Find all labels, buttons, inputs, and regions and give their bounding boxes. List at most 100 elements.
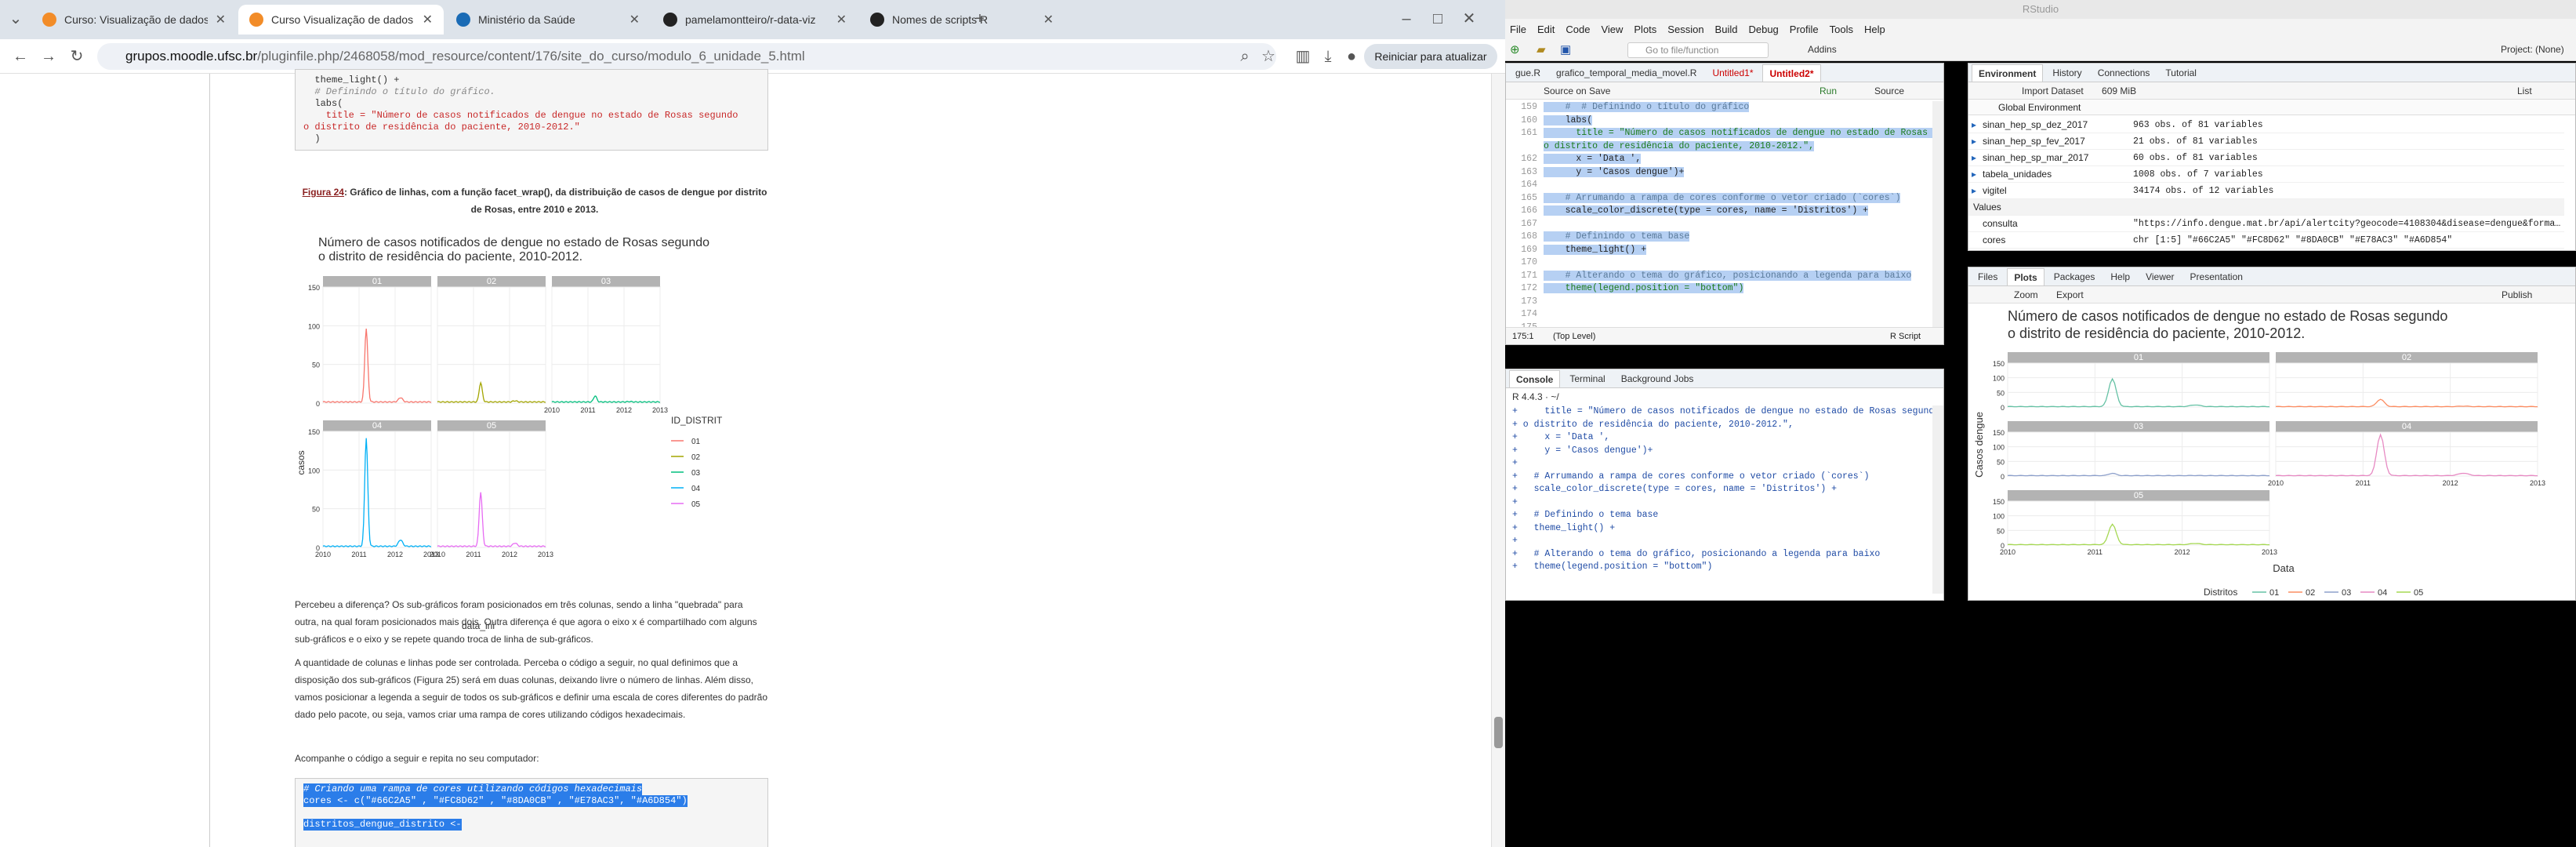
tab-history[interactable]: History [2046, 64, 2088, 82]
close-icon[interactable]: ✕ [836, 12, 847, 27]
close-window-icon[interactable]: ✕ [1458, 8, 1480, 30]
filetype-selector[interactable]: R Script [1890, 328, 1921, 344]
tab-plots[interactable]: Plots [2007, 267, 2044, 285]
console-output[interactable]: + title = "Número de casos notificados d… [1506, 405, 1932, 594]
browser-tab[interactable]: pamelamontteiro/r-data-viz ✕ [652, 5, 858, 35]
menu-profile[interactable]: Profile [1790, 24, 1819, 35]
menu-file[interactable]: File [1510, 24, 1526, 35]
bookmark-star-icon[interactable]: ☆ [1257, 45, 1279, 67]
code-line[interactable]: 171 # Alterando o tema do gráfico, posic… [1506, 270, 1932, 283]
menu-debug[interactable]: Debug [1748, 24, 1778, 35]
code-line[interactable]: 161 title = "Número de casos notificados… [1506, 127, 1932, 140]
addins-menu[interactable]: Addins [1808, 44, 1837, 55]
tab-presentation[interactable]: Presentation [2184, 268, 2249, 285]
code-line[interactable]: 166 scale_color_discrete(type = cores, n… [1506, 205, 1932, 218]
code-line[interactable]: 168 # Definindo o tema base [1506, 231, 1932, 244]
browser-tab[interactable]: Curso: Visualização de dados ✕ [31, 5, 237, 35]
code-line[interactable]: 162 x = 'Data ', [1506, 153, 1932, 166]
menu-build[interactable]: Build [1715, 24, 1738, 35]
tab-viewer[interactable]: Viewer [2139, 268, 2180, 285]
close-icon[interactable]: ✕ [216, 12, 226, 27]
page-scrollbar[interactable] [1491, 74, 1505, 847]
publish-button[interactable]: Publish [2502, 286, 2532, 304]
code-line[interactable]: 170 [1506, 256, 1932, 270]
env-row[interactable]: ▸ sinan_hep_sp_mar_2017 60 obs. of 81 vari… [1968, 150, 2564, 166]
tab-search-icon[interactable]: ⌄ [5, 8, 27, 30]
editor-tab[interactable]: gue.R [1509, 64, 1547, 82]
scope-selector[interactable]: (Top Level) [1553, 328, 1595, 344]
menu-tools[interactable]: Tools [1830, 24, 1853, 35]
menu-session[interactable]: Session [1667, 24, 1703, 35]
tab-terminal[interactable]: Terminal [1563, 370, 1611, 387]
code-line[interactable]: 163 y = 'Casos dengue')+ [1506, 166, 1932, 180]
scrollbar-thumb[interactable] [1494, 717, 1503, 748]
browser-tab[interactable]: Ministério da Saúde ✕ [445, 5, 651, 35]
update-button[interactable]: Reiniciar para atualizar [1364, 44, 1497, 69]
project-menu[interactable]: Project: (None) [2501, 44, 2564, 55]
code-line[interactable]: o distrito de residência do paciente, 20… [1506, 140, 1932, 154]
browser-tab-active[interactable]: Curso Visualização de dados ✕ [238, 5, 444, 35]
list-view-selector[interactable]: List [2517, 82, 2532, 100]
code-line[interactable]: 169 theme_light() + [1506, 244, 1932, 257]
env-scope-selector[interactable]: Global Environment [1998, 102, 2081, 113]
maximize-icon[interactable]: □ [1427, 8, 1449, 30]
profile-avatar[interactable]: ● [1341, 45, 1362, 67]
code-line[interactable]: 164 [1506, 179, 1932, 192]
tab-files[interactable]: Files [1972, 268, 2004, 285]
back-icon[interactable]: ← [9, 45, 31, 67]
editor-tab-active[interactable]: Untitled2* [1762, 64, 1821, 82]
env-row[interactable]: ▸ sinan_hep_sp_dez_2017 963 obs. of 81 var… [1968, 117, 2564, 133]
value-row[interactable]: cores chr [1:5] "#66C2A5" "#FC8D62" "#8DA… [1968, 232, 2564, 249]
expand-icon[interactable]: ▸ [1972, 150, 1976, 166]
code-line[interactable]: 165 # Arrumando a rampa de cores conform… [1506, 192, 1932, 205]
tab-help[interactable]: Help [2104, 268, 2136, 285]
forward-icon[interactable]: → [38, 45, 60, 67]
menu-view[interactable]: View [1601, 24, 1623, 35]
value-row[interactable]: consulta "https://info.dengue.mat.br/api/… [1968, 216, 2564, 232]
expand-icon[interactable]: ▸ [1972, 117, 1976, 133]
tab-console[interactable]: Console [1509, 369, 1561, 387]
editor-tab[interactable]: Untitled1* [1706, 64, 1759, 82]
browser-tab[interactable]: Nomes de scripts R ✕ [859, 5, 1065, 35]
env-row[interactable]: ▸ tabela_unidades 1008 obs. of 7 variables [1968, 166, 2564, 183]
import-dataset-button[interactable]: Import Dataset [2022, 85, 2084, 96]
menu-plots[interactable]: Plots [1634, 24, 1656, 35]
zoom-button[interactable]: Zoom [2014, 289, 2038, 300]
code-line[interactable]: 173 [1506, 296, 1932, 309]
code-line[interactable]: 167 [1506, 218, 1932, 231]
save-icon[interactable]: ▣ [1560, 42, 1571, 56]
menu-code[interactable]: Code [1566, 24, 1590, 35]
export-button[interactable]: Export [2056, 289, 2084, 300]
zoom-icon[interactable]: ⌕ [1234, 45, 1256, 67]
code-line[interactable]: 174 [1506, 308, 1932, 322]
code-line[interactable]: 159 # # Definindo o título do gráfico [1506, 101, 1932, 115]
editor-tab[interactable]: grafico_temporal_media_movel.R [1550, 64, 1703, 82]
console-scrollbar[interactable] [1932, 405, 1943, 594]
tab-tutorial[interactable]: Tutorial [2159, 64, 2203, 82]
minimize-icon[interactable]: – [1395, 8, 1417, 30]
new-file-icon[interactable]: ⊕ [1510, 42, 1520, 56]
address-bar[interactable]: grupos.moodle.ufsc.br/pluginfile.php/246… [97, 43, 1276, 70]
goto-file-input[interactable]: Go to file/function [1627, 42, 1769, 58]
close-icon[interactable]: ✕ [1043, 12, 1054, 27]
tab-background-jobs[interactable]: Background Jobs [1615, 370, 1700, 387]
sidepanel-icon[interactable]: ▥ [1292, 45, 1314, 67]
tab-connections[interactable]: Connections [2092, 64, 2157, 82]
env-row[interactable]: ▸ sinan_hep_sp_fev_2017 21 obs. of 81 vari… [1968, 133, 2564, 150]
expand-icon[interactable]: ▸ [1972, 166, 1976, 183]
tab-packages[interactable]: Packages [2048, 268, 2102, 285]
reload-icon[interactable]: ↻ [66, 45, 88, 67]
source-button[interactable]: Source [1874, 82, 1904, 100]
open-file-icon[interactable]: ▰ [1537, 42, 1546, 56]
download-icon[interactable]: ⤓ [1317, 45, 1339, 67]
env-row[interactable]: ▸ vigitel 34174 obs. of 12 variables [1968, 183, 2564, 199]
menu-help[interactable]: Help [1864, 24, 1885, 35]
source-on-save-checkbox[interactable]: Source on Save [1544, 85, 1610, 96]
close-icon[interactable]: ✕ [629, 12, 640, 27]
expand-icon[interactable]: ▸ [1972, 183, 1976, 199]
editor-scrollbar[interactable] [1932, 101, 1943, 329]
close-icon[interactable]: ✕ [423, 12, 433, 27]
code-line[interactable]: 160 labs( [1506, 115, 1932, 128]
code-line[interactable]: 172 theme(legend.position = "bottom") [1506, 282, 1932, 296]
code-editor[interactable]: 159 # # Definindo o título do gráfico 160… [1506, 101, 1932, 329]
